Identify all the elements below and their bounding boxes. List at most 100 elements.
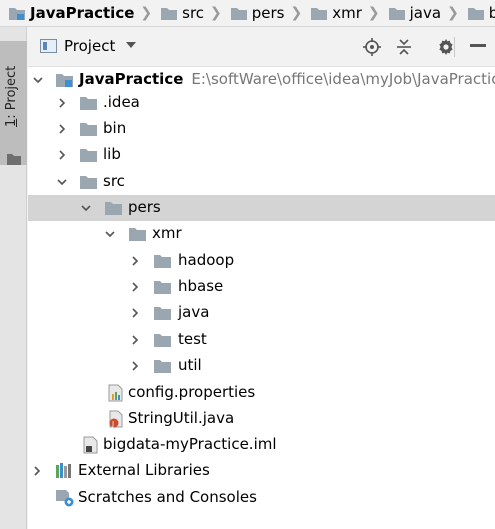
project-view-icon xyxy=(40,39,57,53)
tree-label: java xyxy=(178,303,210,321)
folder-icon xyxy=(388,8,405,20)
tree-label: JavaPractice E:\softWare\office\idea\myJo… xyxy=(79,70,495,88)
tree-row-test[interactable]: test xyxy=(28,327,495,353)
chevron-right-icon: ❯ xyxy=(140,5,153,21)
tree-label: External Libraries xyxy=(78,461,210,479)
chevron-right-icon[interactable] xyxy=(57,98,67,108)
project-tab-label: 1: Project xyxy=(4,65,19,127)
folder-icon xyxy=(467,8,484,20)
tool-window-strip: 1: Project xyxy=(0,27,27,529)
breadcrumb-item-xmr[interactable]: xmr xyxy=(302,0,362,26)
chevron-right-icon: ❯ xyxy=(210,5,222,21)
chevron-right-icon[interactable] xyxy=(130,361,140,371)
folder-icon xyxy=(7,154,21,165)
breadcrumb-label: basis xyxy=(489,4,495,22)
folder-icon xyxy=(129,228,146,241)
tree-label: util xyxy=(178,356,202,374)
tree-label: StringUtil.java xyxy=(128,409,235,427)
tree-row-external-libraries[interactable]: External Libraries xyxy=(28,458,495,484)
tree-row-src[interactable]: src xyxy=(28,169,495,195)
chevron-right-icon: ❯ xyxy=(290,5,303,21)
chevron-down-icon[interactable] xyxy=(33,75,43,85)
tree-label: config.properties xyxy=(128,383,256,401)
folder-icon xyxy=(154,360,171,373)
breadcrumb-item-java[interactable]: java xyxy=(380,0,442,26)
breadcrumb-label: java xyxy=(409,4,442,22)
module-file-icon xyxy=(83,436,98,454)
tree-label: .idea xyxy=(103,93,140,111)
tree-label: lib xyxy=(103,145,121,163)
tree-row-pers[interactable]: pers xyxy=(28,195,495,221)
module-folder-icon xyxy=(9,8,25,20)
folder-icon xyxy=(154,281,171,294)
folder-icon xyxy=(154,334,171,347)
folder-icon xyxy=(80,123,97,136)
tree-row-java[interactable]: java xyxy=(28,300,495,326)
folder-icon xyxy=(154,255,171,268)
chevron-down-icon[interactable] xyxy=(81,203,91,213)
tree-row-hbase[interactable]: hbase xyxy=(28,274,495,300)
tree-label: bin xyxy=(103,119,127,137)
module-folder-icon xyxy=(56,74,73,87)
hide-icon[interactable] xyxy=(468,37,488,57)
folder-icon xyxy=(311,8,328,20)
breadcrumb-item-src[interactable]: src xyxy=(152,0,205,26)
chevron-right-icon: ❯ xyxy=(447,5,459,21)
project-panel-header: Project xyxy=(28,27,495,67)
tree-row-scratches[interactable]: Scratches and Consoles xyxy=(28,485,495,511)
chevron-right-icon[interactable] xyxy=(130,282,140,292)
chevron-right-icon[interactable] xyxy=(32,466,42,476)
locate-icon[interactable] xyxy=(362,37,382,57)
folder-icon xyxy=(161,8,178,20)
chevron-down-icon[interactable] xyxy=(126,42,136,48)
folder-icon xyxy=(154,307,171,320)
breadcrumb-item-basis[interactable]: basis xyxy=(459,0,495,26)
folder-icon xyxy=(105,202,122,215)
libraries-icon xyxy=(56,463,71,478)
project-tree: JavaPractice E:\softWare\office\idea\myJo… xyxy=(28,67,495,529)
tree-label: src xyxy=(103,172,125,190)
folder-icon xyxy=(80,176,97,189)
tree-label: test xyxy=(178,330,207,348)
breadcrumb: JavaPractice ❯ src ❯ pers ❯ xmr ❯ java ❯… xyxy=(0,0,495,27)
tree-row-config-properties[interactable]: config.properties xyxy=(28,380,495,406)
tree-label: xmr xyxy=(152,224,182,242)
tree-row-lib[interactable]: lib xyxy=(28,142,495,168)
breadcrumb-label: pers xyxy=(251,4,285,22)
tree-label: bigdata-myPractice.iml xyxy=(103,435,277,453)
chevron-right-icon[interactable] xyxy=(130,335,140,345)
tree-row-stringutil-java[interactable]: J StringUtil.java xyxy=(28,406,495,432)
breadcrumb-label: xmr xyxy=(332,4,362,22)
tree-row-idea[interactable]: .idea xyxy=(28,90,495,116)
breadcrumb-label: src xyxy=(182,4,205,22)
chevron-down-icon[interactable] xyxy=(105,229,115,239)
tree-label: Scratches and Consoles xyxy=(78,488,257,506)
tree-row-util[interactable]: util xyxy=(28,353,495,379)
tree-row-bin[interactable]: bin xyxy=(28,116,495,142)
java-file-icon: J xyxy=(109,410,123,428)
tree-label: pers xyxy=(128,198,161,216)
svg-text:J: J xyxy=(111,420,114,428)
tree-label: hbase xyxy=(178,277,224,295)
chevron-right-icon: ❯ xyxy=(367,5,380,21)
chevron-right-icon[interactable] xyxy=(130,256,140,266)
panel-title[interactable]: Project xyxy=(64,37,115,55)
breadcrumb-item-pers[interactable]: pers xyxy=(222,0,285,26)
breadcrumb-item-project[interactable]: JavaPractice xyxy=(0,0,134,26)
properties-file-icon xyxy=(108,384,123,402)
chevron-right-icon[interactable] xyxy=(130,308,140,318)
folder-icon xyxy=(230,8,247,20)
collapse-all-icon[interactable] xyxy=(394,37,414,57)
tree-label: hadoop xyxy=(178,251,235,269)
scratches-icon xyxy=(56,490,74,507)
tree-row-xmr[interactable]: xmr xyxy=(28,221,495,247)
chevron-right-icon[interactable] xyxy=(57,124,67,134)
gear-icon[interactable] xyxy=(436,37,456,57)
project-tool-window-tab[interactable]: 1: Project xyxy=(0,41,27,165)
tree-row-hadoop[interactable]: hadoop xyxy=(28,248,495,274)
chevron-down-icon[interactable] xyxy=(57,177,67,187)
folder-icon xyxy=(80,97,97,110)
folder-icon xyxy=(80,149,97,162)
tree-row-iml[interactable]: bigdata-myPractice.iml xyxy=(28,432,495,458)
chevron-right-icon[interactable] xyxy=(57,150,67,160)
